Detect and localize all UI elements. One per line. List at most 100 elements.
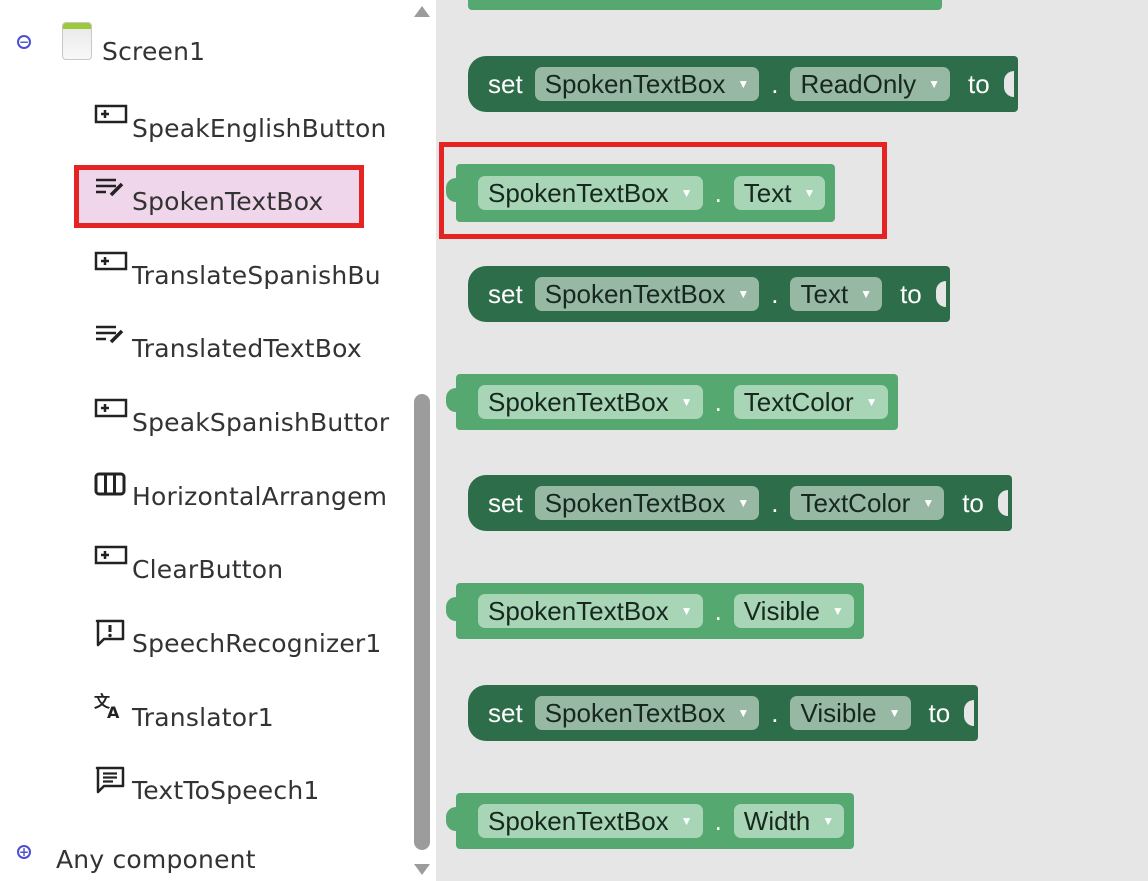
component-dropdown[interactable]: SpokenTextBox ▼ <box>534 486 760 520</box>
value-socket[interactable] <box>935 281 946 307</box>
tree-item-speechrecognizer1[interactable]: SpeechRecognizer1 <box>94 618 382 658</box>
dot-separator: . <box>771 68 779 99</box>
component-dropdown[interactable]: SpokenTextBox ▼ <box>478 176 703 210</box>
speech-recognizer-icon <box>94 618 128 648</box>
dropdown-caret-icon: ▼ <box>680 604 693 618</box>
tree-item-translatespanishbutton[interactable]: TranslateSpanishBu <box>94 250 381 290</box>
component-name: SpokenTextBox <box>544 278 726 309</box>
property-dropdown[interactable]: Width ▼ <box>733 804 845 838</box>
dot-separator: . <box>714 386 722 417</box>
component-dropdown[interactable]: SpokenTextBox ▼ <box>534 67 760 101</box>
value-socket[interactable] <box>1003 71 1014 97</box>
tree-item-screen1[interactable]: Screen1 <box>102 26 205 66</box>
getter-block-width[interactable]: SpokenTextBox ▼ . Width ▼ <box>446 793 855 849</box>
collapse-toggle-icon[interactable]: − <box>17 35 31 49</box>
button-icon <box>94 397 128 427</box>
dot-separator: . <box>714 595 722 626</box>
property-name: Width <box>743 805 811 836</box>
dot-separator: . <box>714 805 722 836</box>
component-dropdown[interactable]: SpokenTextBox ▼ <box>478 594 703 628</box>
component-dropdown[interactable]: SpokenTextBox ▼ <box>534 696 760 730</box>
to-keyword: to <box>928 697 951 728</box>
property-dropdown[interactable]: TextColor ▼ <box>790 486 945 520</box>
dot-separator: . <box>771 278 779 309</box>
set-keyword: set <box>488 697 523 728</box>
component-dropdown[interactable]: SpokenTextBox ▼ <box>478 804 703 838</box>
dropdown-caret-icon: ▼ <box>737 706 750 720</box>
dropdown-caret-icon: ▼ <box>822 814 835 828</box>
output-plug <box>446 597 456 621</box>
getter-block-text[interactable]: SpokenTextBox ▼ . Text ▼ <box>446 164 836 222</box>
scroll-down-arrow-icon[interactable] <box>414 864 430 875</box>
dropdown-caret-icon: ▼ <box>831 604 844 618</box>
tree-item-spokentextbox[interactable]: SpokenTextBox <box>94 176 323 216</box>
dropdown-caret-icon: ▼ <box>737 77 750 91</box>
component-tree: − Screen1 SpeakEnglishButton SpokenTextB… <box>0 0 408 881</box>
component-name: SpokenTextBox <box>488 386 669 417</box>
textbox-icon <box>94 176 128 206</box>
tree-item-speakenglishbutton[interactable]: SpeakEnglishButton <box>94 103 387 143</box>
value-socket[interactable] <box>997 490 1008 516</box>
dropdown-caret-icon: ▼ <box>680 814 693 828</box>
property-dropdown[interactable]: Text ▼ <box>790 277 883 311</box>
property-dropdown[interactable]: Visible ▼ <box>790 696 911 730</box>
component-name: SpokenTextBox <box>544 68 726 99</box>
component-name: SpokenTextBox <box>488 177 669 208</box>
to-keyword: to <box>962 487 984 518</box>
property-dropdown[interactable]: Visible ▼ <box>733 594 854 628</box>
tree-item-label: HorizontalArrangem <box>132 482 388 511</box>
property-name: Visible <box>800 697 877 728</box>
partial-block[interactable] <box>468 0 942 10</box>
tree-item-label: TranslatedTextBox <box>132 334 362 363</box>
tree-item-clearbutton[interactable]: ClearButton <box>94 544 283 584</box>
getter-block-visible[interactable]: SpokenTextBox ▼ . Visible ▼ <box>446 583 864 639</box>
component-dropdown[interactable]: SpokenTextBox ▼ <box>534 277 760 311</box>
tree-item-label: Any component <box>56 845 256 874</box>
property-name: TextColor <box>743 386 854 417</box>
setter-block-textcolor[interactable]: set SpokenTextBox ▼ . TextColor ▼ to <box>468 475 1012 531</box>
tree-item-any-component[interactable]: Any component <box>56 834 256 874</box>
button-icon <box>94 103 128 133</box>
component-name: SpokenTextBox <box>544 697 726 728</box>
tree-item-texttospeech1[interactable]: TextToSpeech1 <box>94 765 319 805</box>
setter-block-text[interactable]: set SpokenTextBox ▼ . Text ▼ to <box>468 266 950 322</box>
dropdown-caret-icon: ▼ <box>922 496 935 510</box>
text-to-speech-icon <box>94 765 128 795</box>
property-dropdown[interactable]: Text ▼ <box>733 176 826 210</box>
tree-item-horizontalarrangement[interactable]: HorizontalArrangem <box>94 471 387 511</box>
output-plug <box>446 388 456 412</box>
tree-item-label: Screen1 <box>102 37 206 66</box>
component-name: SpokenTextBox <box>544 487 726 518</box>
value-socket[interactable] <box>964 700 975 726</box>
tree-item-speakspanishbutton[interactable]: SpeakSpanishButtor <box>94 397 389 437</box>
dropdown-caret-icon: ▼ <box>865 395 878 409</box>
output-plug <box>446 178 456 202</box>
set-keyword: set <box>488 278 523 309</box>
dropdown-caret-icon: ▼ <box>680 186 693 200</box>
property-dropdown[interactable]: ReadOnly ▼ <box>790 67 950 101</box>
dropdown-caret-icon: ▼ <box>803 186 816 200</box>
scrollbar-thumb[interactable] <box>414 394 430 850</box>
screen-icon <box>62 22 92 60</box>
tree-item-label: Translator1 <box>132 703 274 732</box>
expand-toggle-icon[interactable]: + <box>17 845 31 859</box>
translator-icon: 文A <box>94 692 128 722</box>
tree-scrollbar[interactable] <box>408 0 436 881</box>
tree-item-label: TextToSpeech1 <box>132 776 320 805</box>
property-dropdown[interactable]: TextColor ▼ <box>733 385 888 419</box>
component-dropdown[interactable]: SpokenTextBox ▼ <box>478 385 703 419</box>
setter-block-readonly[interactable]: set SpokenTextBox ▼ . ReadOnly ▼ to <box>468 56 1018 112</box>
setter-block-visible[interactable]: set SpokenTextBox ▼ . Visible ▼ to <box>468 685 979 741</box>
set-keyword: set <box>488 68 523 99</box>
property-name: Text <box>800 278 849 309</box>
tree-item-translator1[interactable]: 文A Translator1 <box>94 692 274 732</box>
scroll-up-arrow-icon[interactable] <box>414 6 430 17</box>
output-plug <box>446 807 456 831</box>
property-name: Visible <box>743 595 820 626</box>
dropdown-caret-icon: ▼ <box>737 496 750 510</box>
getter-block-textcolor[interactable]: SpokenTextBox ▼ . TextColor ▼ <box>446 374 898 430</box>
tree-item-translatedtextbox[interactable]: TranslatedTextBox <box>94 323 362 363</box>
property-name: TextColor <box>800 487 911 518</box>
blocks-workspace[interactable]: set SpokenTextBox ▼ . ReadOnly ▼ to Spoken… <box>436 0 1148 881</box>
tree-item-label: TranslateSpanishBu <box>132 261 381 290</box>
